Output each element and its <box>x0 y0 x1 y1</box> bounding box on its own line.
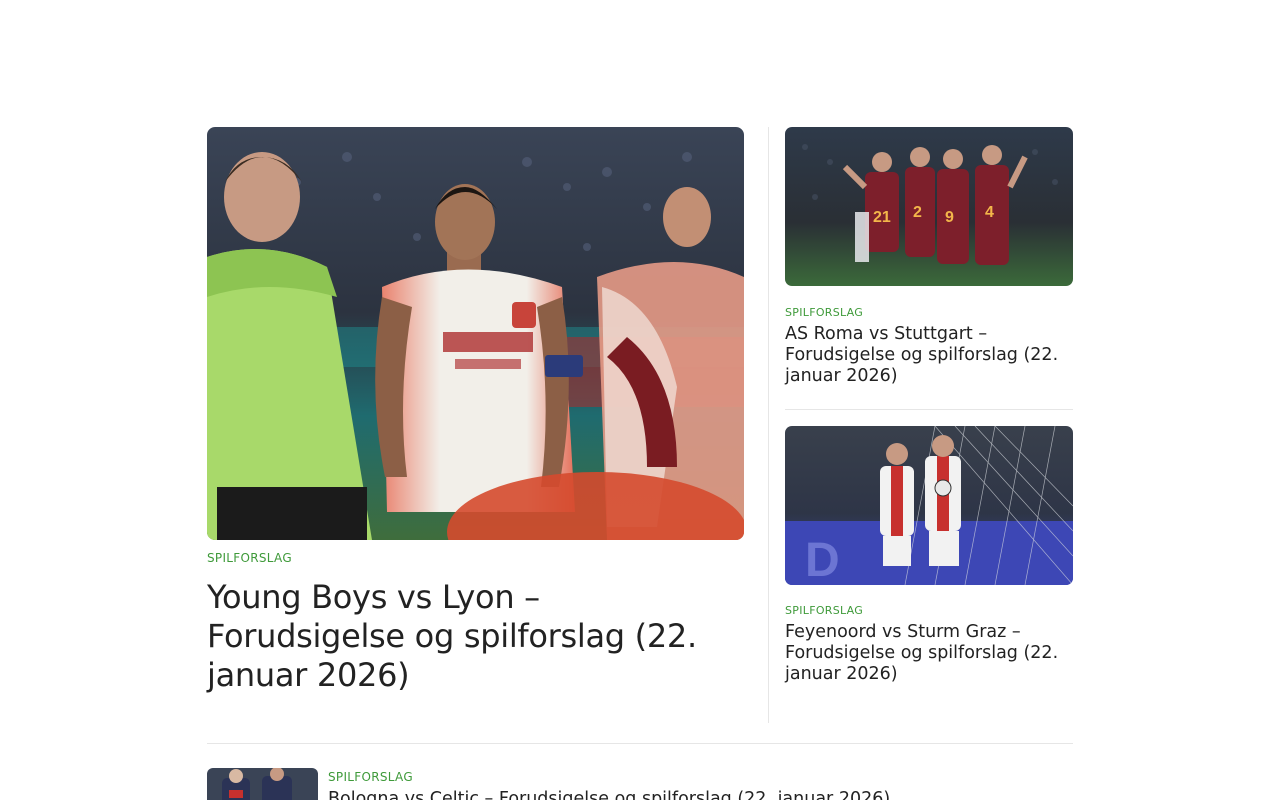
featured-article: SPILFORSLAG Young Boys vs Lyon – Forudsi… <box>207 127 744 695</box>
svg-text:9: 9 <box>945 209 954 226</box>
side-article-2: D SPILFORSLAG Feyenoord vs Sturm Graz – … <box>785 426 1073 685</box>
list-item-category[interactable]: SPILFORSLAG <box>328 770 413 784</box>
side-article-1-title[interactable]: AS Roma vs Stuttgart – Forudsigelse og s… <box>785 324 1073 387</box>
featured-article-image[interactable] <box>207 127 744 540</box>
svg-text:4: 4 <box>985 204 994 221</box>
side-article-separator <box>785 409 1073 410</box>
list-item-image[interactable] <box>207 768 318 800</box>
article-grid-page: SPILFORSLAG Young Boys vs Lyon – Forudsi… <box>0 0 1280 800</box>
svg-text:D: D <box>805 534 840 585</box>
list-item: SPILFORSLAG Bologna vs Celtic – Forudsig… <box>207 768 1073 800</box>
featured-article-category[interactable]: SPILFORSLAG <box>207 551 292 565</box>
list-item-title[interactable]: Bologna vs Celtic – Forudsigelse og spil… <box>328 789 890 800</box>
column-divider <box>768 127 769 723</box>
side-article-2-image[interactable]: D <box>785 426 1073 585</box>
svg-text:2: 2 <box>913 204 922 221</box>
side-article-1-image[interactable]: 21 2 9 4 <box>785 127 1073 286</box>
side-article-1: 21 2 9 4 SPILFORSLAG AS Roma vs Stuttgar… <box>785 127 1073 387</box>
section-divider <box>207 743 1073 744</box>
svg-text:21: 21 <box>873 209 891 226</box>
side-article-2-category[interactable]: SPILFORSLAG <box>785 604 863 617</box>
side-article-2-title[interactable]: Feyenoord vs Sturm Graz – Forudsigelse o… <box>785 622 1073 685</box>
side-article-1-category[interactable]: SPILFORSLAG <box>785 306 863 319</box>
featured-article-title[interactable]: Young Boys vs Lyon – Forudsigelse og spi… <box>207 578 744 695</box>
